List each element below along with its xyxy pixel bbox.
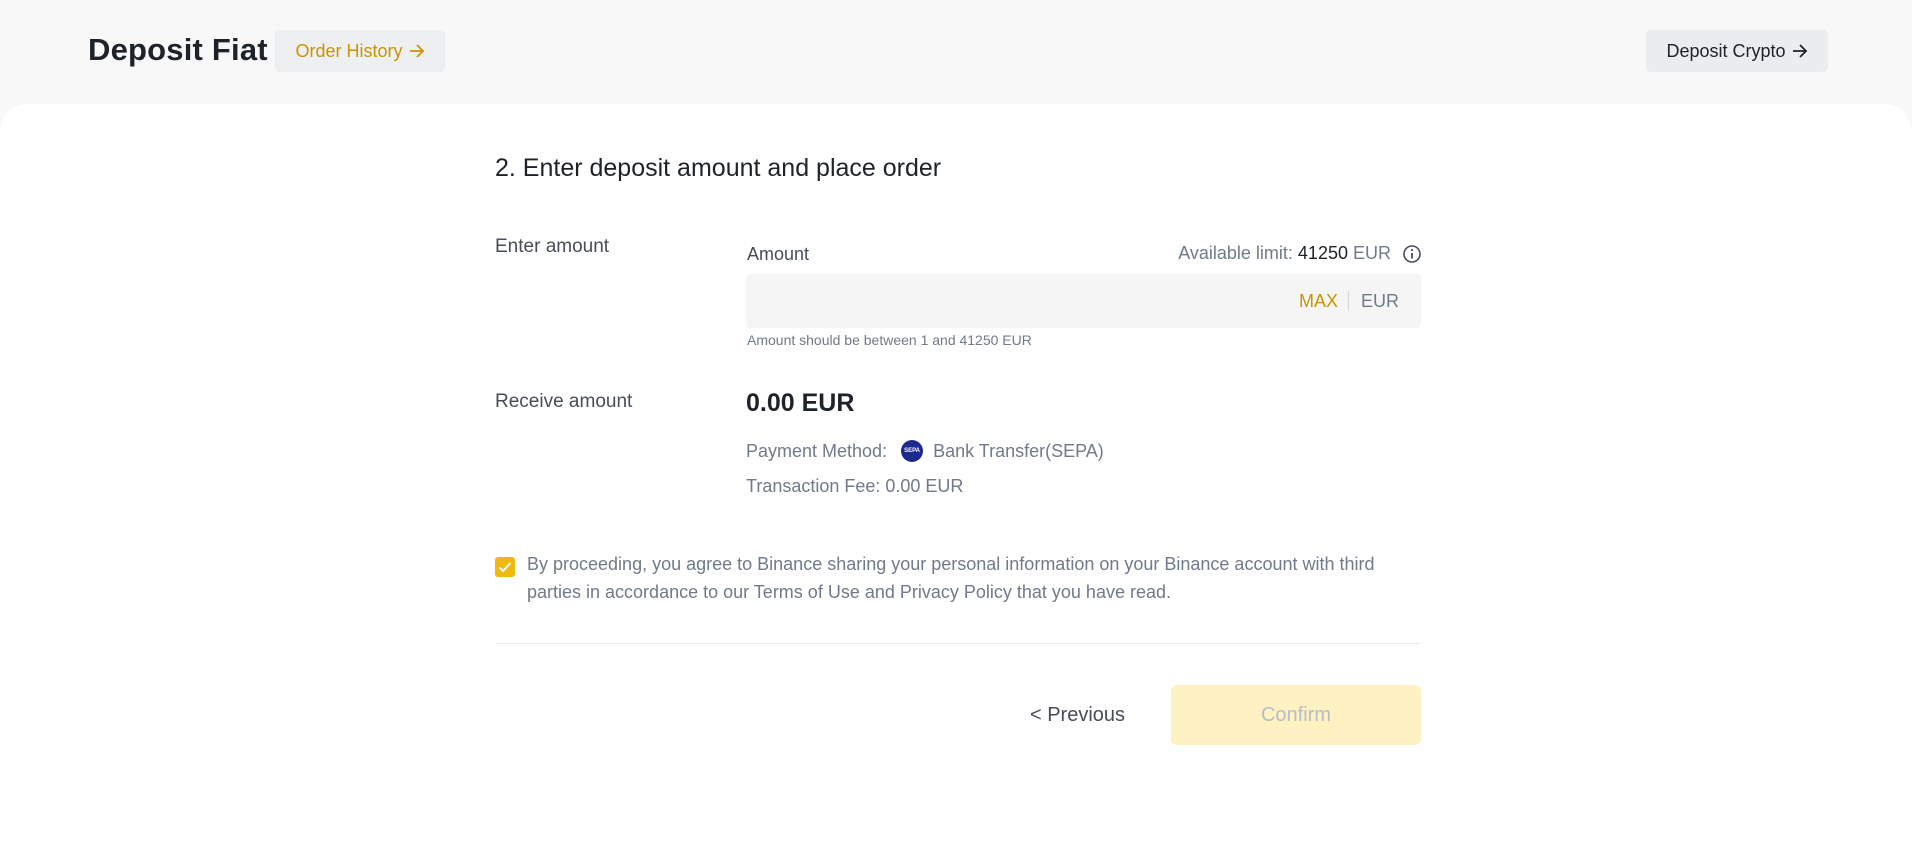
deposit-crypto-label: Deposit Crypto	[1666, 40, 1786, 61]
order-history-label: Order History	[295, 40, 403, 61]
arrow-right-icon	[409, 44, 424, 58]
receive-amount-value: 0.00 EUR	[746, 389, 855, 417]
currency-unit: EUR	[1360, 290, 1399, 311]
amount-input[interactable]	[746, 274, 1289, 328]
step-title: 2. Enter deposit amount and place order	[495, 154, 942, 182]
page-title: Deposit Fiat	[88, 32, 268, 67]
transaction-fee: Transaction Fee: 0.00 EUR	[746, 476, 964, 496]
info-icon[interactable]	[1402, 244, 1422, 264]
payment-method-value: Bank Transfer(SEPA)	[933, 440, 1104, 461]
deposit-crypto-button[interactable]: Deposit Crypto	[1646, 30, 1828, 72]
arrow-right-icon	[1792, 44, 1807, 58]
payment-method: Payment Method: SEPA Bank Transfer(SEPA)	[746, 440, 1104, 462]
amount-hint: Amount should be between 1 and 41250 EUR	[747, 332, 1032, 348]
available-limit: Available limit: 41250 EUR	[1178, 243, 1422, 264]
agreement: By proceeding, you agree to Binance shar…	[495, 550, 1421, 606]
amount-field-label: Amount	[747, 244, 810, 264]
order-history-button[interactable]: Order History	[275, 30, 445, 72]
available-limit-value: 41250	[1297, 243, 1348, 263]
previous-button[interactable]: < Previous	[1010, 685, 1145, 745]
confirm-button[interactable]: Confirm	[1171, 685, 1421, 745]
agreement-checkbox[interactable]	[495, 557, 515, 577]
divider	[495, 643, 1421, 644]
amount-input-container: MAX EUR	[746, 274, 1421, 328]
top-bar: Deposit Fiat Order History Deposit Crypt…	[0, 0, 1912, 104]
agreement-text: By proceeding, you agree to Binance shar…	[527, 554, 1375, 602]
max-button[interactable]: MAX	[1289, 291, 1348, 312]
checkmark-icon	[498, 562, 512, 573]
sepa-icon: SEPA	[901, 440, 924, 462]
enter-amount-label: Enter amount	[495, 236, 610, 257]
payment-method-label: Payment Method:	[746, 440, 888, 461]
receive-amount-label: Receive amount	[495, 391, 633, 412]
available-limit-unit: EUR	[1352, 243, 1391, 263]
available-limit-label: Available limit:	[1178, 243, 1293, 263]
